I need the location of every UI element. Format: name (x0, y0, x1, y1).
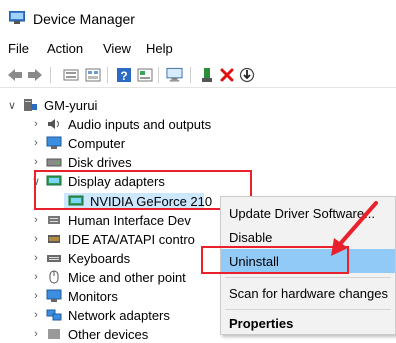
annotation-arrow (331, 201, 378, 256)
